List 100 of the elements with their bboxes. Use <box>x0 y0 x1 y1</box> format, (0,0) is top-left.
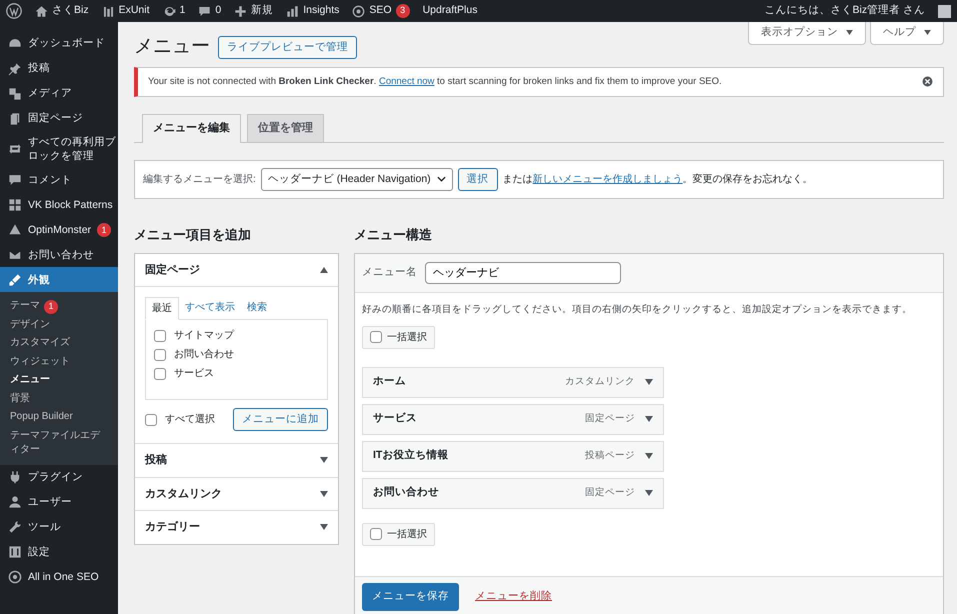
menu-item-bar[interactable]: お問い合わせ 固定ページ <box>362 478 664 509</box>
field-label: メニュー名 <box>362 265 417 280</box>
media-icon <box>8 86 22 100</box>
instructions-text: 好みの順番に各項目をドラッグしてください。項目の右側の矢印をクリックすると、追加設定オプションを表示できます。 <box>362 303 913 318</box>
submenu-item[interactable]: メニュー <box>0 371 118 390</box>
sidebar-item[interactable]: All in One SEO <box>0 564 118 590</box>
brush-icon <box>8 272 22 287</box>
toolbar-item[interactable]: 新規 <box>234 3 274 19</box>
page-title: メニュー <box>134 36 210 59</box>
sidebar-item[interactable]: ユーザー <box>0 490 118 515</box>
checkbox[interactable] <box>370 528 382 540</box>
collapse-arrow-icon[interactable] <box>320 267 328 274</box>
menu-select[interactable]: ヘッダーナビ (Header Navigation) <box>260 168 453 192</box>
tab[interactable]: 検索 <box>241 297 273 320</box>
sidebar-item[interactable]: メディア <box>0 81 118 106</box>
accordion-header[interactable]: 固定ページ <box>135 254 338 286</box>
plus-icon <box>234 4 248 18</box>
user-icon <box>8 495 22 510</box>
building-icon <box>102 4 115 18</box>
menu-item-bar[interactable]: ITお役立ち情報 投稿ページ <box>362 440 664 472</box>
accordion-header[interactable]: カスタムリンク <box>135 476 338 510</box>
pages-icon <box>8 112 22 126</box>
notification-badge: 3 <box>396 4 410 18</box>
checkbox-label: サイトマップ <box>174 328 234 344</box>
checkbox[interactable] <box>154 368 166 380</box>
grid-icon <box>8 198 22 212</box>
submenu-item[interactable]: 背景 <box>0 390 118 408</box>
wrench-icon <box>8 520 22 534</box>
notice-text: Your site is not connected with Broken Link Checker. Connect now to start scanning for broken links and fix them to improve your SEO. <box>148 74 722 89</box>
toolbar-item[interactable]: 0 <box>198 3 222 19</box>
toolbar-item[interactable]: Insights <box>286 3 340 19</box>
bar-chart-icon <box>286 4 300 18</box>
checkbox-label: お問い合わせ <box>174 348 234 362</box>
submenu-item[interactable]: テーマ 1 <box>0 297 118 316</box>
sidebar-item[interactable]: 投稿 <box>0 56 118 81</box>
accordion-header[interactable]: 投稿 <box>135 443 338 477</box>
checkbox[interactable] <box>154 330 166 342</box>
create-menu-link[interactable]: 新しいメニューを作成しましょう <box>532 174 683 185</box>
sidebar-item[interactable]: ツール <box>0 514 118 540</box>
checkbox[interactable] <box>145 414 157 426</box>
menu-item-bar[interactable]: サービス 固定ページ <box>362 404 664 435</box>
menu-item-bar[interactable]: ホーム カスタムリンク <box>362 366 664 398</box>
submenu-item[interactable]: Popup Builder <box>0 408 118 427</box>
connect-link[interactable]: Connect now <box>378 76 434 87</box>
toolbar-item[interactable]: UpdraftPlus <box>422 3 478 19</box>
checkbox[interactable] <box>370 331 382 344</box>
bulk-select-control[interactable]: 一括選択 <box>362 522 435 546</box>
add-to-menu-button[interactable]: メニューに追加 <box>233 408 328 432</box>
pin-icon <box>8 62 22 76</box>
notification-badge: 1 <box>44 300 58 314</box>
delete-menu-link[interactable]: メニューを削除 <box>475 589 552 605</box>
menu-name-field[interactable]: ヘッダーナビ <box>425 262 621 284</box>
select-button[interactable]: 選択 <box>458 168 498 191</box>
submenu-item[interactable]: カスタマイズ <box>0 334 118 353</box>
expand-arrow-icon[interactable] <box>320 457 328 464</box>
expand-arrow-icon[interactable] <box>320 524 328 530</box>
submenu-item[interactable]: ウィジェット <box>0 352 118 372</box>
expand-arrow-icon[interactable] <box>320 490 328 497</box>
expand-arrow-icon[interactable] <box>645 453 653 460</box>
checkbox[interactable] <box>154 348 166 361</box>
greeting-link[interactable]: こんにちは、さくBiz管理者 さん <box>764 3 925 19</box>
toolbar-item[interactable]: ExUnit <box>102 3 150 19</box>
repeat-icon <box>8 142 22 156</box>
chevron-icon <box>436 176 446 182</box>
toolbar-item[interactable]: SEO 3 <box>352 3 410 19</box>
comment-icon <box>8 172 22 187</box>
sidebar-item[interactable]: コメント <box>0 167 118 192</box>
tab[interactable]: 位置を管理 <box>247 114 324 142</box>
sidebar-item[interactable]: VK Block Patterns <box>0 192 118 218</box>
submenu-item[interactable]: テーマファイルエディター <box>0 426 118 460</box>
dropdown-tab[interactable]: 表示オプション <box>748 22 866 45</box>
sidebar-item[interactable]: すべての再利用ブロックを管理 <box>0 131 118 168</box>
tab[interactable]: すべて表示 <box>179 297 241 320</box>
live-preview-button[interactable]: ライブプレビューで管理 <box>218 36 357 59</box>
toolbar-item[interactable]: さくBiz <box>35 3 89 19</box>
close-icon[interactable] <box>922 76 933 88</box>
submenu-item[interactable]: デザイン <box>0 316 118 334</box>
sidebar-item[interactable]: OptinMonster 1 <box>0 217 118 242</box>
sidebar-item[interactable]: お問い合わせ <box>0 242 118 268</box>
expand-arrow-icon[interactable] <box>645 490 653 496</box>
sidebar-item[interactable]: 固定ページ <box>0 106 118 131</box>
accordion-header[interactable]: カテゴリー <box>135 510 338 544</box>
comment-icon <box>198 4 212 18</box>
section-heading: メニュー項目を追加 <box>134 227 252 243</box>
expand-arrow-icon[interactable] <box>645 379 653 386</box>
bulk-select-control[interactable]: 一括選択 <box>362 326 435 349</box>
tab[interactable]: 最近 <box>145 297 179 320</box>
section-heading: メニュー構造 <box>354 227 433 243</box>
toolbar-item[interactable]: 1 <box>162 3 186 19</box>
sidebar-item[interactable]: プラグイン <box>0 464 118 490</box>
expand-arrow-icon[interactable] <box>645 416 653 422</box>
sidebar-item[interactable]: 設定 <box>0 540 118 565</box>
save-menu-button[interactable]: メニューを保存 <box>362 583 459 611</box>
select-label: 編集するメニューを選択: <box>143 172 256 187</box>
refresh-icon <box>162 4 176 18</box>
sidebar-item[interactable]: 外観 <box>0 267 118 292</box>
caret-icon <box>846 30 853 36</box>
dropdown-tab[interactable]: ヘルプ <box>870 22 944 45</box>
sidebar-item[interactable]: ダッシュボード <box>0 31 118 56</box>
tab[interactable]: メニューを編集 <box>142 114 241 143</box>
